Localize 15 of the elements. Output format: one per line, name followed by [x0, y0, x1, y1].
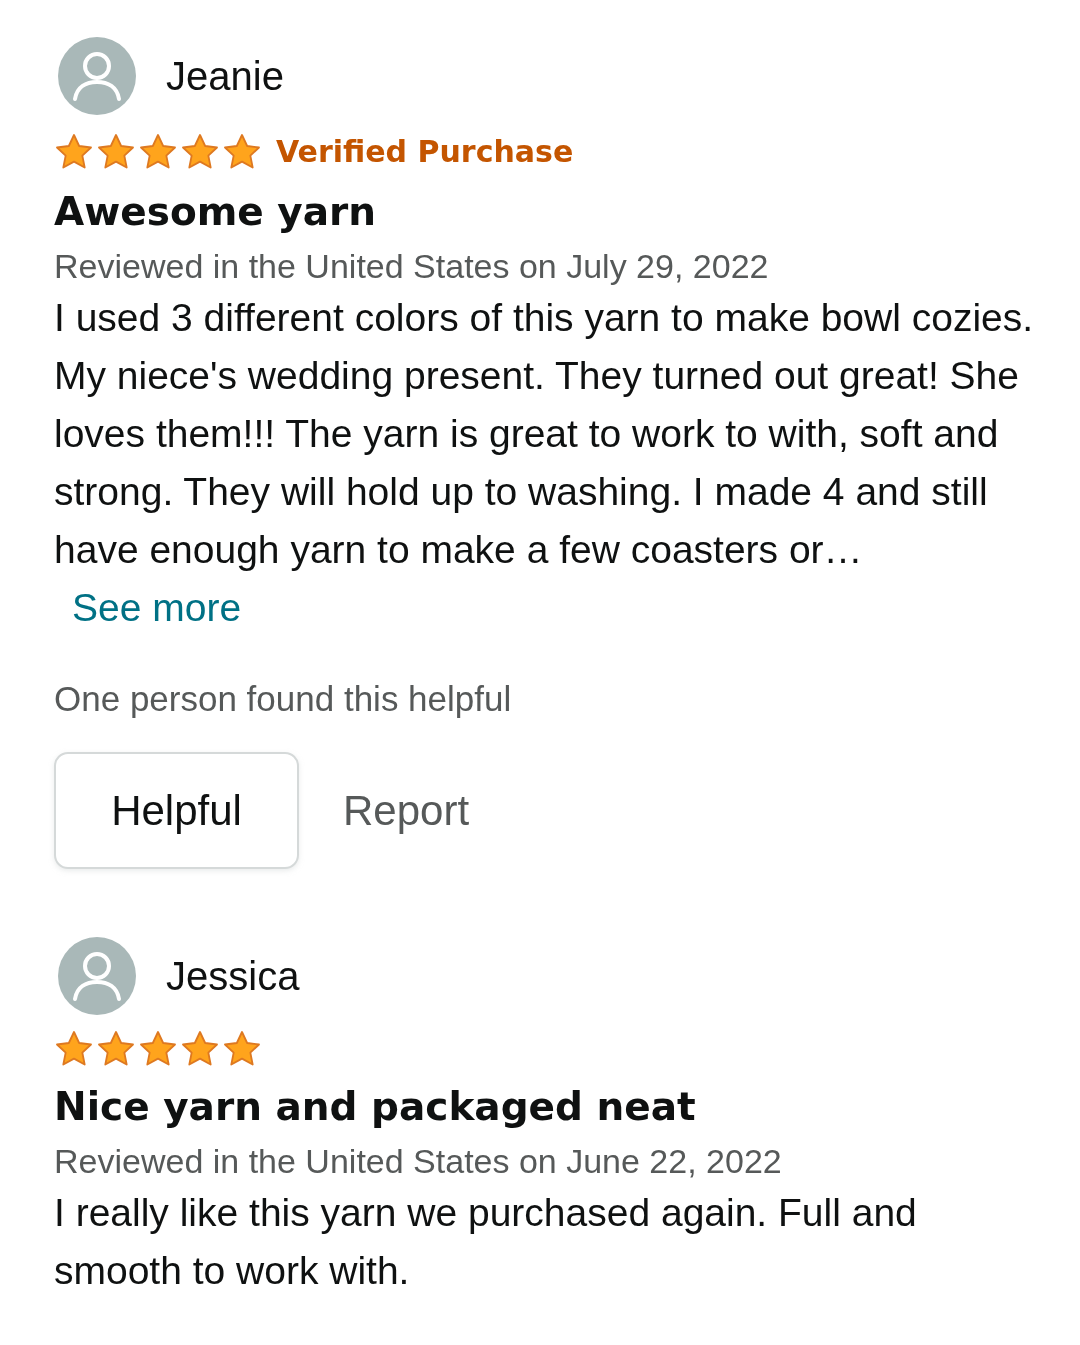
reviewer-name: Jessica [166, 952, 300, 1000]
review-date: Reviewed in the United States on July 29, 2022 [54, 245, 770, 287]
avatar-icon [58, 936, 136, 1015]
helpful-button[interactable]: Helpful [54, 751, 299, 869]
review-title: Nice yarn and packaged neat [54, 1082, 697, 1131]
review-title: Awesome yarn [54, 188, 378, 236]
review-date: Reviewed in the United States on June 22, 2022 [54, 1140, 783, 1182]
reviewer-name: Jeanie [166, 53, 284, 100]
report-link[interactable]: Report [343, 778, 470, 842]
review-text: I really like this yarn we purchased again. Full and smooth to work with. [54, 1190, 918, 1294]
helpful-count: One person found this helpful [54, 678, 513, 721]
see-more-link[interactable]: See more [72, 586, 242, 630]
avatar-icon [58, 37, 136, 115]
review-text: I used 3 different colors of this yarn to make bowl cozies. My niece's wedding present. They turned out great! She loves them!!! The yarn is great to work to with, soft and strong. They will hold up to washing. I made 4 and still have enough yarn to make a few coasters or… See more [54, 295, 1035, 632]
verified-purchase-label: Verified Purchase [276, 133, 574, 171]
